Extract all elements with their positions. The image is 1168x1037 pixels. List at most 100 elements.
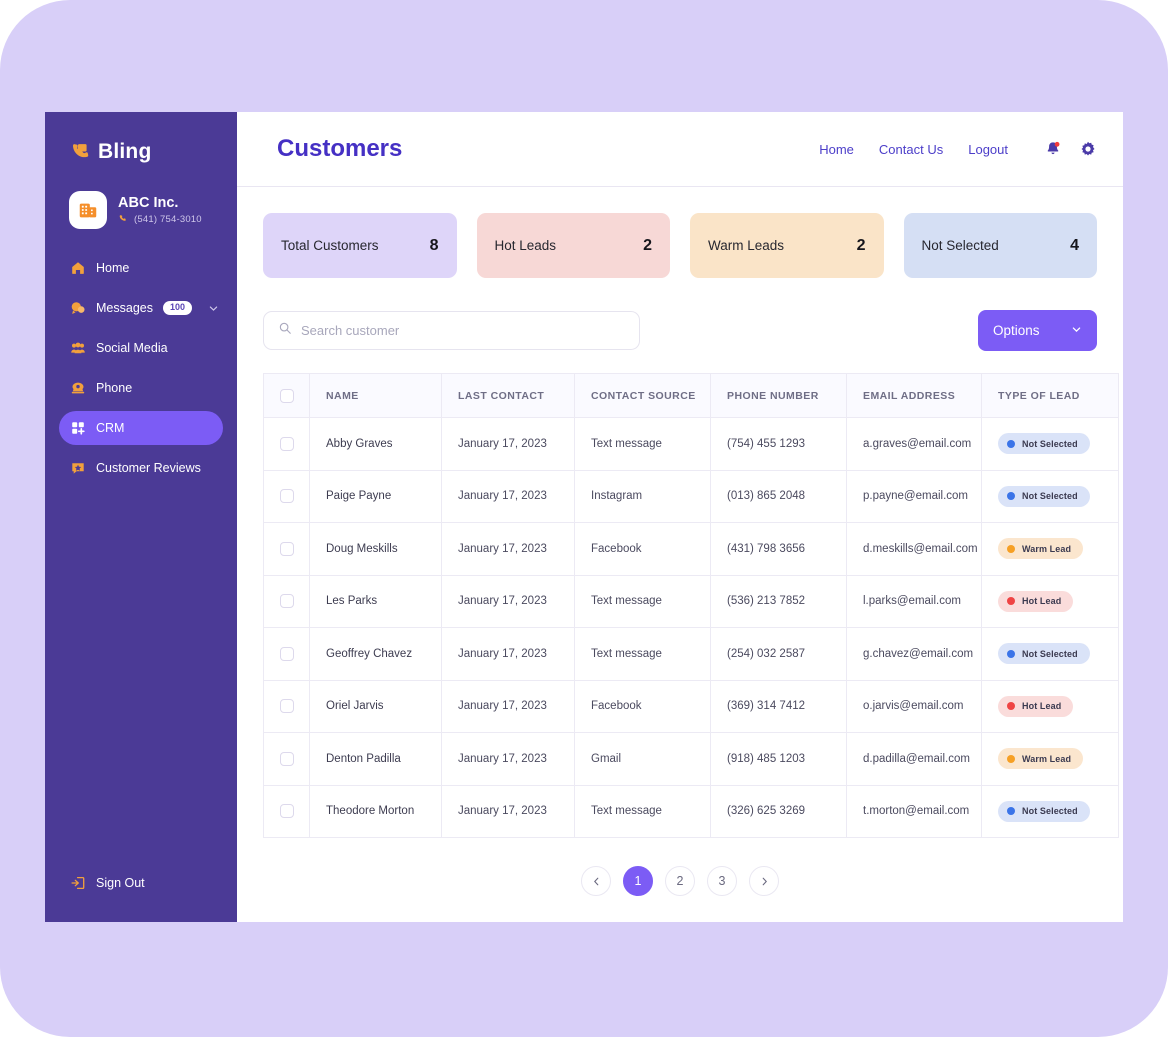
brand-name: Bling [98, 140, 152, 163]
status-dot-icon [1007, 597, 1015, 606]
row-checkbox[interactable] [280, 541, 294, 556]
org-name: ABC Inc. [118, 195, 179, 211]
pagination-page-1[interactable]: 1 [623, 866, 653, 896]
stat-label: Not Selected [921, 238, 999, 253]
cell-name: Abby Graves [309, 417, 442, 471]
status-badge-label: Not Selected [1022, 491, 1078, 502]
table-row[interactable]: Theodore Morton January 17, 2023 Text mess… [263, 785, 1119, 838]
table-row[interactable]: Paige Payne January 17, 2023 Instagram (013… [263, 470, 1119, 523]
cell-email-address: d.padilla@email.com [846, 732, 982, 786]
messages-badge: 100 [162, 301, 193, 315]
sidebar-item-customer-reviews[interactable]: Customer Reviews [59, 451, 223, 485]
cell-email-address: g.chavez@email.com [846, 627, 982, 681]
sign-out-icon [70, 875, 86, 891]
table-row[interactable]: Geoffrey Chavez January 17, 2023 Text mess… [263, 627, 1119, 681]
table-row[interactable]: Les Parks January 17, 2023 Text message (53… [263, 575, 1119, 628]
status-badge: Not Selected [998, 800, 1090, 822]
org-phone-number: (541) 754-3010 [134, 214, 202, 225]
cell-type-of-lead: Warm Lead [981, 732, 1119, 786]
status-badge-label: Warm Lead [1022, 543, 1072, 554]
cell-name: Geoffrey Chavez [309, 627, 442, 681]
pagination-next-button[interactable] [749, 866, 779, 896]
cell-email-address: t.morton@email.com [846, 785, 982, 838]
app-window: Bling ABC Inc. (541) 754-3010 Home Messa… [45, 112, 1123, 922]
review-star-icon [70, 460, 86, 476]
row-checkbox[interactable] [280, 804, 294, 819]
nav-link-contact-us[interactable]: Contact Us [879, 142, 943, 157]
chat-bubbles-icon [70, 300, 86, 316]
notification-bell-icon[interactable] [1044, 140, 1062, 158]
status-badge-label: Warm Lead [1022, 753, 1072, 764]
row-checkbox[interactable] [280, 594, 294, 609]
sign-out-button[interactable]: Sign Out [59, 866, 156, 900]
column-header-phone-number[interactable]: PHONE NUMBER [710, 373, 847, 418]
row-select-cell [263, 732, 310, 786]
row-select-cell [263, 575, 310, 628]
chevron-down-icon[interactable] [208, 303, 219, 314]
row-checkbox[interactable] [280, 646, 294, 661]
sidebar: Bling ABC Inc. (541) 754-3010 Home Messa… [45, 112, 237, 922]
row-checkbox[interactable] [280, 489, 294, 504]
search-input[interactable] [301, 323, 625, 338]
sidebar-item-home[interactable]: Home [59, 251, 223, 285]
sign-out-label: Sign Out [96, 876, 145, 890]
cell-name: Les Parks [309, 575, 442, 628]
sidebar-item-messages[interactable]: Messages 100 [59, 291, 223, 325]
column-header-type-of-lead[interactable]: TYPE OF LEAD [981, 373, 1119, 418]
table-row[interactable]: Abby Graves January 17, 2023 Text message(… [263, 417, 1119, 471]
page-title: Customers [277, 135, 403, 162]
column-header-email-address[interactable]: EMAIL ADDRESS [846, 373, 982, 418]
cell-email-address: a.graves@email.com [846, 417, 982, 471]
table-row[interactable]: Doug Meskills January 17, 2023 Facebook (43… [263, 522, 1119, 576]
column-header-last-contact[interactable]: LAST CONTACT [441, 373, 575, 418]
row-checkbox[interactable] [280, 751, 294, 766]
select-all-checkbox[interactable] [280, 388, 294, 403]
table-row[interactable]: Oriel Jarvis January 17, 2023 Facebook (369… [263, 680, 1119, 733]
status-badge-label: Hot Lead [1022, 596, 1062, 607]
search-box[interactable] [263, 311, 640, 350]
pagination-prev-button[interactable] [581, 866, 611, 896]
table-row[interactable]: Denton Padilla January 17, 2023 Gmail (918)… [263, 732, 1119, 786]
home-icon [70, 260, 86, 276]
nav-link-home[interactable]: Home [819, 142, 854, 157]
gear-icon[interactable] [1079, 140, 1097, 158]
cell-contact-source: Gmail [574, 732, 711, 786]
stat-label: Hot Leads [494, 238, 557, 253]
stat-value: 2 [856, 236, 866, 254]
cell-last-contact: January 17, 2023 [441, 575, 575, 628]
status-badge-label: Not Selected [1022, 648, 1078, 659]
cell-type-of-lead: Not Selected [981, 417, 1119, 471]
pagination-page-3[interactable]: 3 [707, 866, 737, 896]
cell-last-contact: January 17, 2023 [441, 470, 575, 523]
status-badge: Hot Lead [998, 590, 1074, 612]
status-dot-icon [1007, 544, 1015, 553]
cell-type-of-lead: Not Selected [981, 627, 1119, 681]
cell-contact-source: Text message [574, 417, 711, 471]
nav-link-logout[interactable]: Logout [968, 142, 1008, 157]
avatar [69, 191, 107, 229]
sidebar-item-label: Messages [96, 301, 153, 315]
cell-email-address: o.jarvis@email.com [846, 680, 982, 733]
cell-type-of-lead: Hot Lead [981, 575, 1119, 628]
options-button[interactable]: Options [978, 310, 1097, 351]
status-badge-label: Not Selected [1022, 438, 1078, 449]
cell-type-of-lead: Not Selected [981, 470, 1119, 523]
sidebar-item-social-media[interactable]: Social Media [59, 331, 223, 365]
cell-contact-source: Text message [574, 627, 711, 681]
sidebar-item-crm[interactable]: CRM [59, 411, 223, 445]
row-checkbox[interactable] [280, 436, 294, 451]
table-body: Abby Graves January 17, 2023 Text message(… [263, 417, 1119, 838]
cell-last-contact: January 17, 2023 [441, 417, 575, 471]
cell-type-of-lead: Warm Lead [981, 522, 1119, 576]
stat-label: Warm Leads [708, 238, 785, 253]
org-card: ABC Inc. (541) 754-3010 [45, 164, 237, 229]
column-header-name[interactable]: NAME [309, 373, 442, 418]
sidebar-item-phone[interactable]: Phone [59, 371, 223, 405]
row-checkbox[interactable] [280, 699, 294, 714]
column-header-contact-source[interactable]: CONTACT SOURCE [574, 373, 711, 418]
pagination-page-2[interactable]: 2 [665, 866, 695, 896]
cell-phone-number: (754) 455 1293 [710, 417, 847, 471]
status-badge-label: Not Selected [1022, 806, 1078, 817]
sidebar-item-label: CRM [96, 421, 125, 435]
status-badge: Not Selected [998, 643, 1090, 665]
